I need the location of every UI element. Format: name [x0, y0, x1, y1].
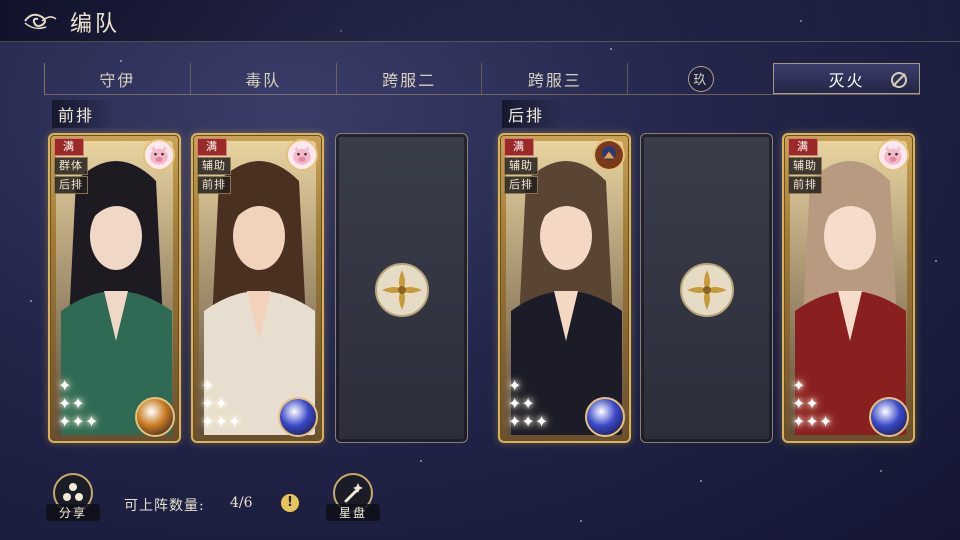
character-tags: 满辅助 前排: [197, 138, 231, 194]
share-button[interactable]: 分享: [46, 473, 100, 521]
star-sparkle-icon: ✦ ✦✦ ✦✦✦: [58, 376, 99, 431]
tab-number-badge: 玖: [687, 65, 714, 92]
tab-team-2[interactable]: 毒队: [189, 63, 336, 94]
top-bar: 编队: [0, 0, 960, 42]
front-row-label: 前排: [52, 100, 115, 128]
role-tag: 辅助: [197, 157, 231, 175]
back-row-label: 后排: [502, 100, 565, 128]
back-swirl-icon[interactable]: [22, 9, 58, 33]
pig-avatar-icon: [877, 139, 909, 171]
tab-label: 毒队: [245, 70, 282, 90]
role-tag: 后排: [54, 176, 88, 194]
star-disk-button[interactable]: 星盘: [326, 473, 380, 521]
element-orb-icon: [869, 397, 909, 437]
tab-label: 守伊: [99, 70, 136, 90]
star-sparkle-icon: ✦ ✦✦ ✦✦✦: [792, 376, 833, 431]
element-orb-icon: [135, 397, 175, 437]
team-tab-bar: 守伊 毒队 跨服二 跨服三 玖 灭火: [44, 63, 920, 95]
character-tags: 满辅助 前排: [788, 138, 822, 194]
add-slot-emblem-icon: [679, 262, 735, 318]
full-level-tag: 满: [788, 138, 818, 156]
element-orb-icon: [585, 397, 625, 437]
tab-label: 跨服三: [527, 70, 582, 90]
role-tag: 群体: [54, 157, 88, 175]
empty-slot[interactable]: [335, 133, 468, 443]
tab-team-4[interactable]: 跨服三: [481, 63, 627, 94]
pig-avatar-icon: [286, 139, 318, 171]
character-card[interactable]: 满辅助 前排 ✦ ✦✦ ✦✦✦: [782, 133, 915, 443]
full-level-tag: 满: [197, 138, 227, 156]
character-tags: 满群体 后排: [54, 138, 88, 194]
star-sparkle-icon: ✦ ✦✦ ✦✦✦: [508, 376, 549, 431]
role-tag: 辅助: [504, 157, 538, 175]
deploy-count-value: 4/6: [230, 495, 253, 511]
character-card[interactable]: 满群体 后排 ✦ ✦✦ ✦✦✦: [48, 133, 181, 443]
page-title: 编队: [70, 12, 121, 37]
star-disk-label: 星盘: [326, 504, 380, 521]
tab-label: 灭火: [828, 70, 865, 90]
disable-slash-icon[interactable]: [889, 70, 909, 90]
tab-team-3[interactable]: 跨服二: [335, 63, 482, 94]
full-level-tag: 满: [54, 138, 84, 156]
character-card[interactable]: 满辅助 前排 ✦ ✦✦ ✦✦✦: [191, 133, 324, 443]
empty-slot[interactable]: [640, 133, 773, 443]
character-card[interactable]: 满辅助 后排 ✦ ✦✦ ✦✦✦: [498, 133, 631, 443]
bird-avatar-icon: [593, 139, 625, 171]
tab-label: 跨服二: [382, 70, 437, 90]
star-sparkle-icon: ✦ ✦✦ ✦✦✦: [201, 376, 242, 431]
add-slot-emblem-icon: [374, 262, 430, 318]
role-tag: 辅助: [788, 157, 822, 175]
info-icon[interactable]: !: [281, 494, 299, 512]
tab-team-1[interactable]: 守伊: [44, 63, 190, 94]
role-tag: 前排: [197, 176, 231, 194]
share-label: 分享: [46, 504, 100, 521]
full-level-tag: 满: [504, 138, 534, 156]
tab-team-6-active[interactable]: 灭火: [773, 63, 920, 94]
role-tag: 后排: [504, 176, 538, 194]
deploy-count-label: 可上阵数量:: [124, 498, 205, 514]
tab-team-5[interactable]: 玖: [627, 63, 773, 94]
pig-avatar-icon: [143, 139, 175, 171]
character-tags: 满辅助 后排: [504, 138, 538, 194]
element-orb-icon: [278, 397, 318, 437]
role-tag: 前排: [788, 176, 822, 194]
